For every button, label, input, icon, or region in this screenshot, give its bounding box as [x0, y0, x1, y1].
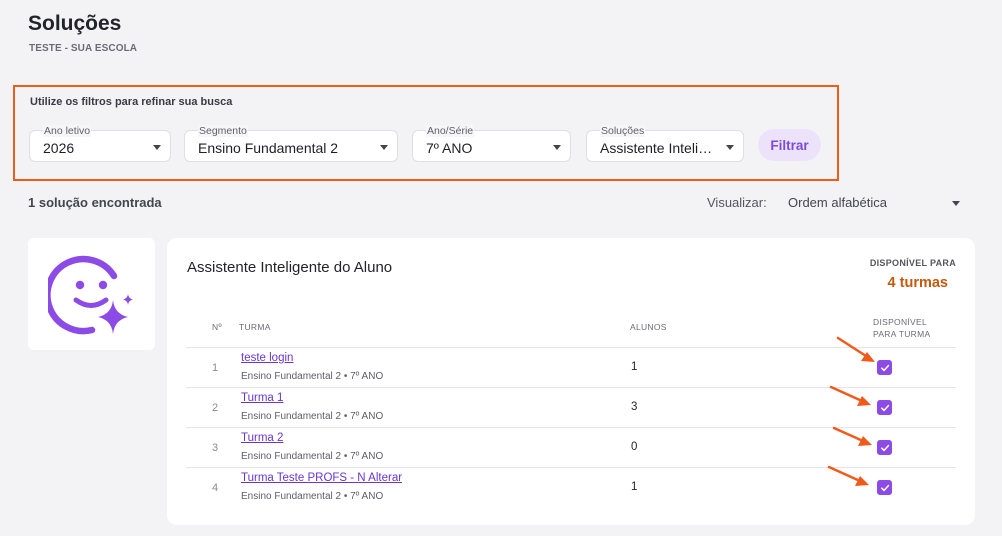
turma-link[interactable]: Turma Teste PROFS - N Alterar	[241, 472, 402, 484]
column-disponivel: DISPONÍVEL PARA TURMA	[873, 316, 930, 340]
column-num: Nº	[212, 322, 222, 332]
ano-letivo-select[interactable]: Ano letivo 2026	[29, 125, 171, 162]
page-subtitle: TESTE - SUA ESCOLA	[29, 43, 138, 54]
ano-serie-value: 7º ANO	[426, 140, 473, 156]
sort-select[interactable]: Ordem alfabética	[778, 190, 966, 216]
available-checkbox[interactable]	[877, 440, 892, 455]
turma-link[interactable]: Turma 1	[241, 392, 283, 404]
segmento-select[interactable]: Segmento Ensino Fundamental 2	[184, 125, 398, 162]
filter-button[interactable]: Filtrar	[758, 129, 821, 161]
table-row: 2 Turma 1 Ensino Fundamental 2 • 7º ANO …	[186, 388, 956, 428]
turma-link[interactable]: Turma 2	[241, 432, 283, 444]
column-alunos: ALUNOS	[630, 322, 667, 332]
check-icon	[880, 404, 889, 411]
solution-title: Assistente Inteligente do Aluno	[187, 259, 393, 276]
available-count: 4 turmas	[887, 275, 948, 291]
segmento-label: Segmento	[198, 125, 248, 137]
ano-letivo-label: Ano letivo	[43, 125, 92, 137]
caret-down-icon	[553, 145, 561, 150]
page-title: Soluções	[28, 12, 122, 35]
solucoes-select[interactable]: Soluções Assistente Inteligente do Aluno	[586, 125, 744, 162]
caret-down-icon	[153, 145, 161, 150]
sort-value: Ordem alfabética	[788, 195, 887, 210]
caret-down-icon	[952, 201, 960, 206]
available-checkbox[interactable]	[877, 480, 892, 495]
turma-segment: Ensino Fundamental 2 • 7º ANO	[241, 491, 384, 502]
column-turma: TURMA	[239, 322, 271, 332]
turma-segment: Ensino Fundamental 2 • 7º ANO	[241, 411, 384, 422]
ano-serie-label: Ano/Série	[426, 125, 475, 137]
available-checkbox[interactable]	[877, 360, 892, 375]
filter-panel: Utilize os filtros para refinar sua busc…	[13, 85, 839, 181]
available-checkbox[interactable]	[877, 400, 892, 415]
caret-down-icon	[380, 145, 388, 150]
check-icon	[880, 484, 889, 491]
row-number: 3	[212, 442, 219, 454]
row-number: 1	[212, 362, 219, 374]
result-count: 1 solução encontrada	[28, 195, 162, 210]
turma-segment: Ensino Fundamental 2 • 7º ANO	[241, 451, 384, 462]
row-number: 4	[212, 482, 219, 494]
turma-link[interactable]: teste login	[241, 352, 293, 364]
table-row: 3 Turma 2 Ensino Fundamental 2 • 7º ANO …	[186, 428, 956, 468]
row-number: 2	[212, 402, 219, 414]
table-row: 4 Turma Teste PROFS - N Alterar Ensino F…	[186, 468, 956, 508]
check-icon	[880, 364, 889, 371]
solucoes-value: Assistente Inteligente do Aluno	[600, 140, 716, 156]
smiley-sparkle-icon	[47, 255, 133, 335]
ano-serie-select[interactable]: Ano/Série 7º ANO	[412, 125, 571, 162]
table-row: 1 teste login Ensino Fundamental 2 • 7º …	[186, 348, 956, 388]
available-label: DISPONÍVEL PARA	[869, 258, 956, 268]
caret-down-icon	[726, 145, 734, 150]
column-disponivel-line1: DISPONÍVEL	[873, 317, 928, 327]
alunos-count: 1	[631, 361, 638, 373]
alunos-count: 0	[631, 441, 638, 453]
filter-hint: Utilize os filtros para refinar sua busc…	[30, 96, 233, 108]
column-disponivel-line2: PARA TURMA	[873, 329, 931, 339]
turma-segment: Ensino Fundamental 2 • 7º ANO	[241, 371, 384, 382]
segmento-value: Ensino Fundamental 2	[198, 140, 339, 156]
solucoes-label: Soluções	[600, 125, 646, 137]
alunos-count: 1	[631, 481, 638, 493]
view-label: Visualizar:	[707, 195, 767, 210]
solution-logo	[28, 238, 155, 350]
alunos-count: 3	[631, 401, 638, 413]
check-icon	[880, 444, 889, 451]
ano-letivo-value: 2026	[43, 140, 75, 156]
solution-card: Assistente Inteligente do Aluno DISPONÍV…	[167, 238, 975, 525]
